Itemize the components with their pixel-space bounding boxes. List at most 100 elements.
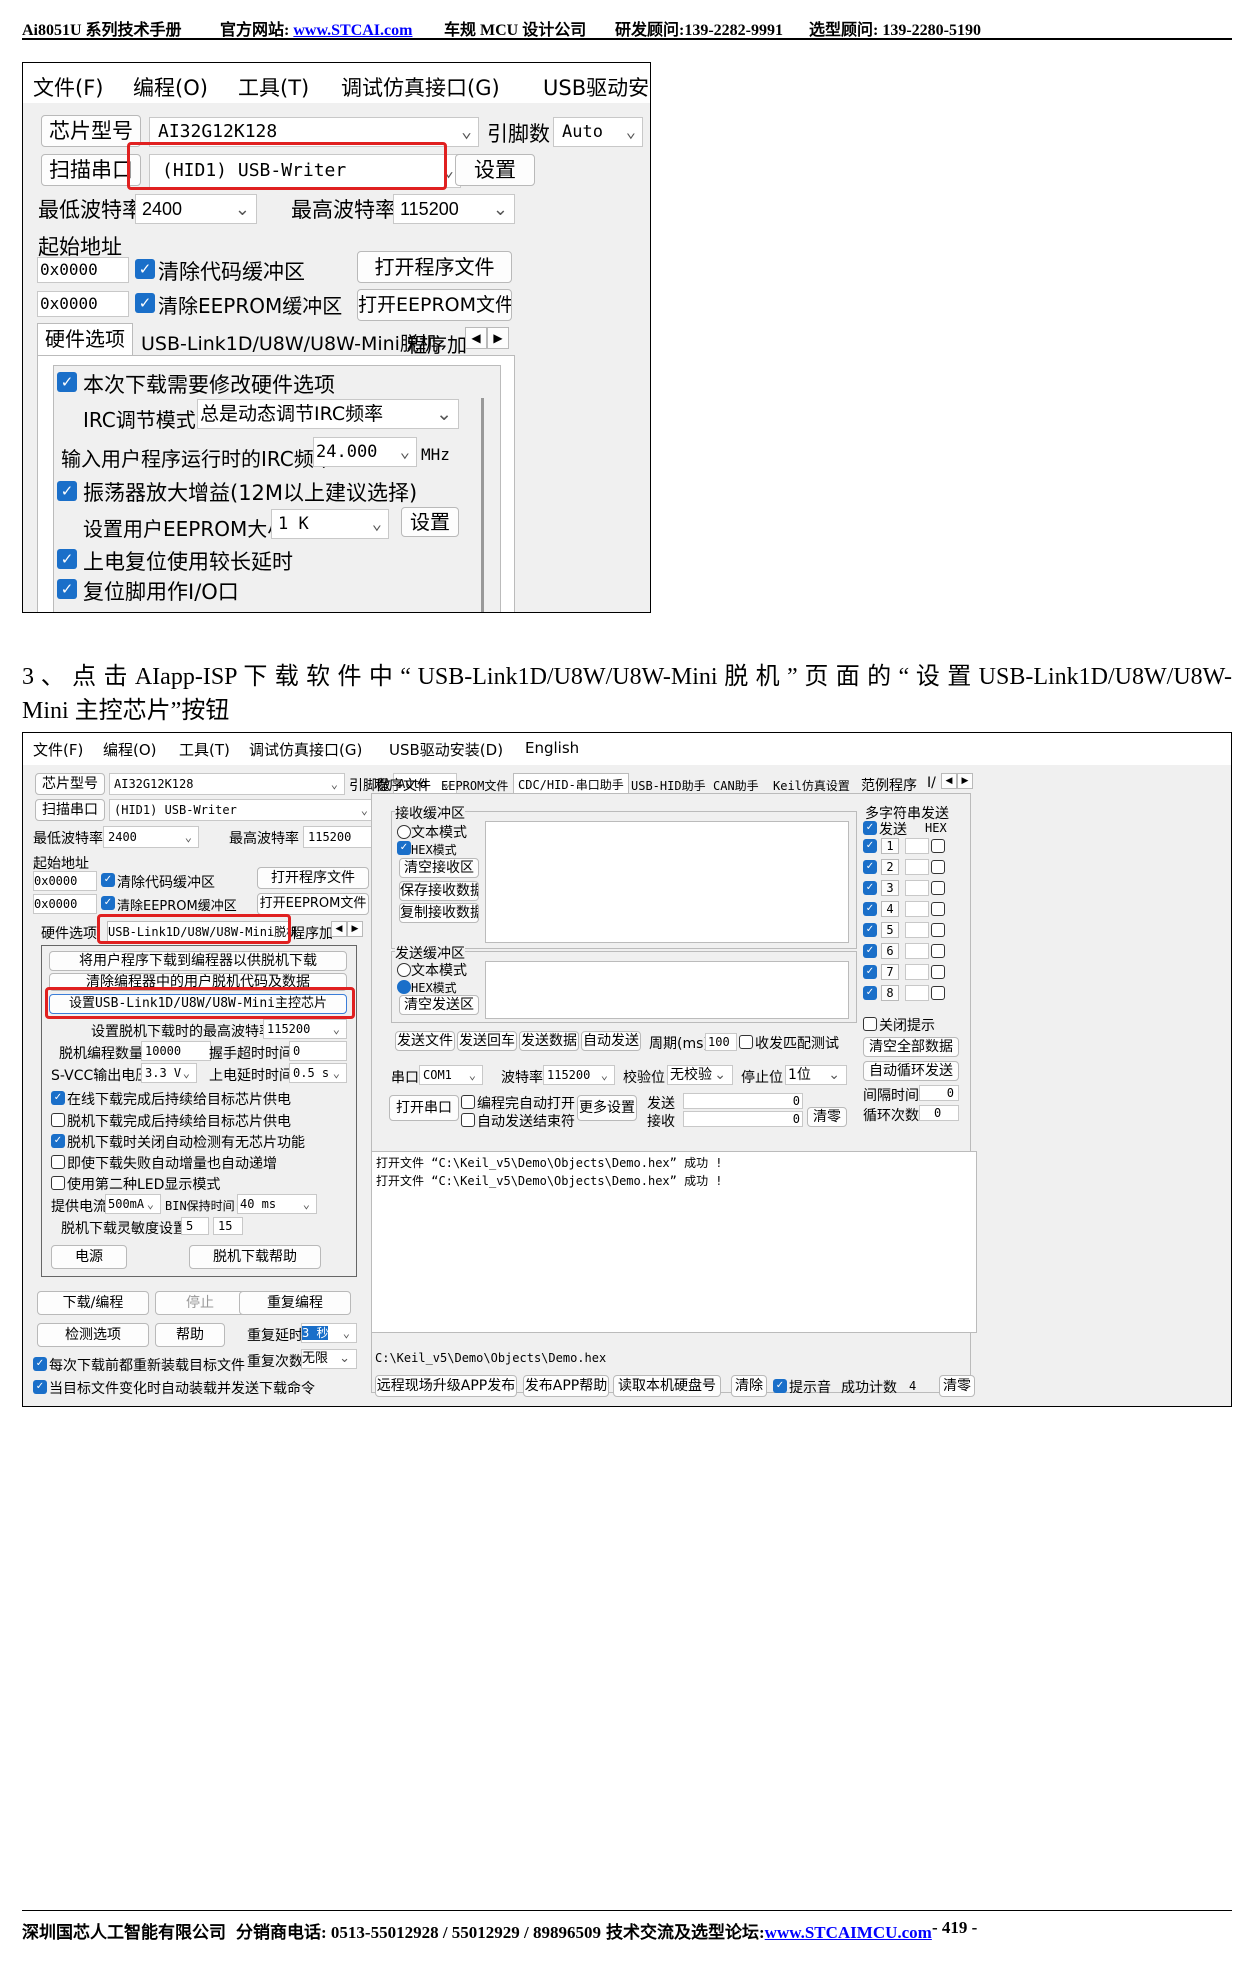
zero-button[interactable]: 清零 [807,1107,847,1127]
auto-loop-button[interactable]: 自动循环发送 [863,1061,959,1081]
menu-program[interactable]: 编程(O) [133,72,208,102]
scrollbar[interactable] [481,398,484,612]
menu-usb[interactable]: USB驱动安装(D) [389,739,503,760]
multi-item-checkbox[interactable]: ✓ [863,881,877,895]
min-baud-select[interactable]: 2400 ⌄ [135,194,257,224]
multi-item-input[interactable] [905,838,929,854]
chip-label-button[interactable]: 芯片型号 [35,773,105,795]
prog-count-input[interactable]: 10000 [141,1041,211,1061]
reprogram-button[interactable]: 重复编程 [239,1291,351,1315]
menu-file[interactable]: 文件(F) [33,72,103,102]
multi-item-input[interactable] [905,922,929,938]
tab-left-icon[interactable]: ◀ [331,921,347,937]
multi-item-button[interactable]: 5 [881,922,899,938]
c3-checkbox[interactable]: ✓ [51,1134,65,1148]
multi-item-checkbox[interactable]: ✓ [863,839,877,853]
parity-select[interactable]: 无校验 ⌄ [667,1065,733,1085]
scan-port-button[interactable]: 扫描串口 [41,154,141,186]
tab-hardware[interactable]: 硬件选项 [37,323,133,355]
help-button[interactable]: 帮助 [155,1323,225,1347]
times-select[interactable]: 无限 ⌄ [301,1349,357,1369]
power-delay-select[interactable]: 0.5 s ⌄ [289,1063,347,1083]
rtab-left-icon[interactable]: ◀ [941,773,957,789]
stop-bits-select[interactable]: 1位 ⌄ [785,1065,847,1085]
multi-item-button[interactable]: 6 [881,943,899,959]
current-select[interactable]: 500mA ⌄ [105,1194,161,1214]
tab-left-icon[interactable]: ◀ [465,327,487,349]
multi-item-button[interactable]: 3 [881,880,899,896]
interval-input[interactable]: 0 [919,1085,959,1101]
reload2-checkbox[interactable]: ✓ [33,1380,47,1394]
multi-item-button[interactable]: 2 [881,859,899,875]
open-program-button[interactable]: 打开程序文件 [357,251,512,283]
addr2-input[interactable]: 0x0000 [37,291,129,317]
addr1-input[interactable]: 0x0000 [37,257,129,283]
eep-set-button[interactable]: 设置 [401,507,459,537]
irc-select[interactable]: 总是动态调节IRC频率 ⌄ [197,399,459,429]
menu-english[interactable]: English [525,739,579,757]
read-disk-button[interactable]: 读取本机硬盘号 [613,1375,721,1397]
rtab-eeprom[interactable]: EEPROM文件 [441,777,508,794]
auto-send-button[interactable]: 自动发送 [581,1031,641,1051]
offline-help-button[interactable]: 脱机下载帮助 [189,1245,321,1269]
clear-eep-checkbox[interactable]: ✓ [135,293,155,313]
tab-program[interactable]: 程序加 [407,329,467,358]
multi-item-button[interactable]: 4 [881,901,899,917]
multi-item-hex-checkbox[interactable] [931,860,945,874]
rx-textarea[interactable] [485,821,849,943]
tab-right-icon[interactable]: ▶ [487,327,509,349]
loop-count-input[interactable]: 0 [919,1105,959,1121]
c1-checkbox[interactable]: ✓ [51,1091,65,1105]
menu-tools[interactable]: 工具(T) [238,72,309,102]
multi-item-input[interactable] [905,880,929,896]
c2-checkbox[interactable] [51,1113,65,1127]
rx-hex-checkbox[interactable]: ✓ [397,841,411,855]
baud-select[interactable]: 115200 ⌄ [543,1065,615,1085]
stop-button[interactable]: 停止 [155,1291,245,1315]
close-tip-checkbox[interactable] [863,1017,877,1031]
send-data-button[interactable]: 发送数据 [519,1031,579,1051]
clear-code-checkbox[interactable]: ✓ [135,259,155,279]
max-baud-select[interactable]: 115200⌄ [393,194,515,224]
scan-port-button[interactable]: 扫描串口 [35,799,105,821]
menu-tools[interactable]: 工具(T) [179,739,230,760]
copy-rx-button[interactable]: 复制接收数据 [399,903,479,923]
c5-checkbox[interactable] [51,1176,65,1190]
clear-tx-button[interactable]: 清空发送区 [399,995,479,1015]
com-select[interactable]: COM1 ⌄ [419,1065,483,1085]
open-eeprom-button[interactable]: 打开EEPROM文件 [257,893,369,915]
multi-item-hex-checkbox[interactable] [931,986,945,1000]
clear-rx-button[interactable]: 清空接收区 [399,858,479,878]
clear-code-checkbox[interactable]: ✓ [101,873,115,887]
auto-close-checkbox[interactable] [461,1113,475,1127]
menu-program[interactable]: 编程(O) [103,739,157,760]
multi-item-checkbox[interactable]: ✓ [863,860,877,874]
forum-link[interactable]: www.STCAIMCU.com [765,1923,932,1942]
clear-eep-checkbox[interactable]: ✓ [101,896,115,910]
tx-text-radio[interactable] [397,963,411,977]
tab-right-icon[interactable]: ▶ [347,921,363,937]
remote-upgrade-button[interactable]: 远程现场升级APP发布 [375,1375,517,1397]
rx-text-radio[interactable] [397,825,411,839]
tab-hardware[interactable]: 硬件选项 [41,923,97,943]
menu-file[interactable]: 文件(F) [33,739,83,760]
addr2-input[interactable]: 0x0000 [33,894,97,914]
rst-checkbox[interactable]: ✓ [57,579,77,599]
sensitivity1-input[interactable]: 5 [181,1217,209,1235]
multi-item-checkbox[interactable]: ✓ [863,965,877,979]
multi-item-hex-checkbox[interactable] [931,923,945,937]
multi-item-input[interactable] [905,985,929,1001]
multi-item-hex-checkbox[interactable] [931,902,945,916]
chip-label-button[interactable]: 芯片型号 [41,115,141,147]
multi-item-input[interactable] [905,943,929,959]
tab-usb-link[interactable]: USB-Link1D/U8W/U8W-Mini脱机 [141,329,438,356]
multi-item-button[interactable]: 8 [881,985,899,1001]
eep-size-select[interactable]: 1 K ⌄ [271,509,389,539]
download-to-writer-button[interactable]: 将用户程序下载到编程器以供脱机下载 [49,951,347,971]
sensitivity2-input[interactable]: 15 [213,1217,243,1235]
rtab-program-file[interactable]: 程序文件 [375,775,431,795]
osc-checkbox[interactable]: ✓ [57,481,77,501]
open-eeprom-button[interactable]: 打开EEPROM文件 [357,289,512,321]
modify-hw-checkbox[interactable]: ✓ [57,372,77,392]
download-button[interactable]: 下载/编程 [37,1291,149,1315]
